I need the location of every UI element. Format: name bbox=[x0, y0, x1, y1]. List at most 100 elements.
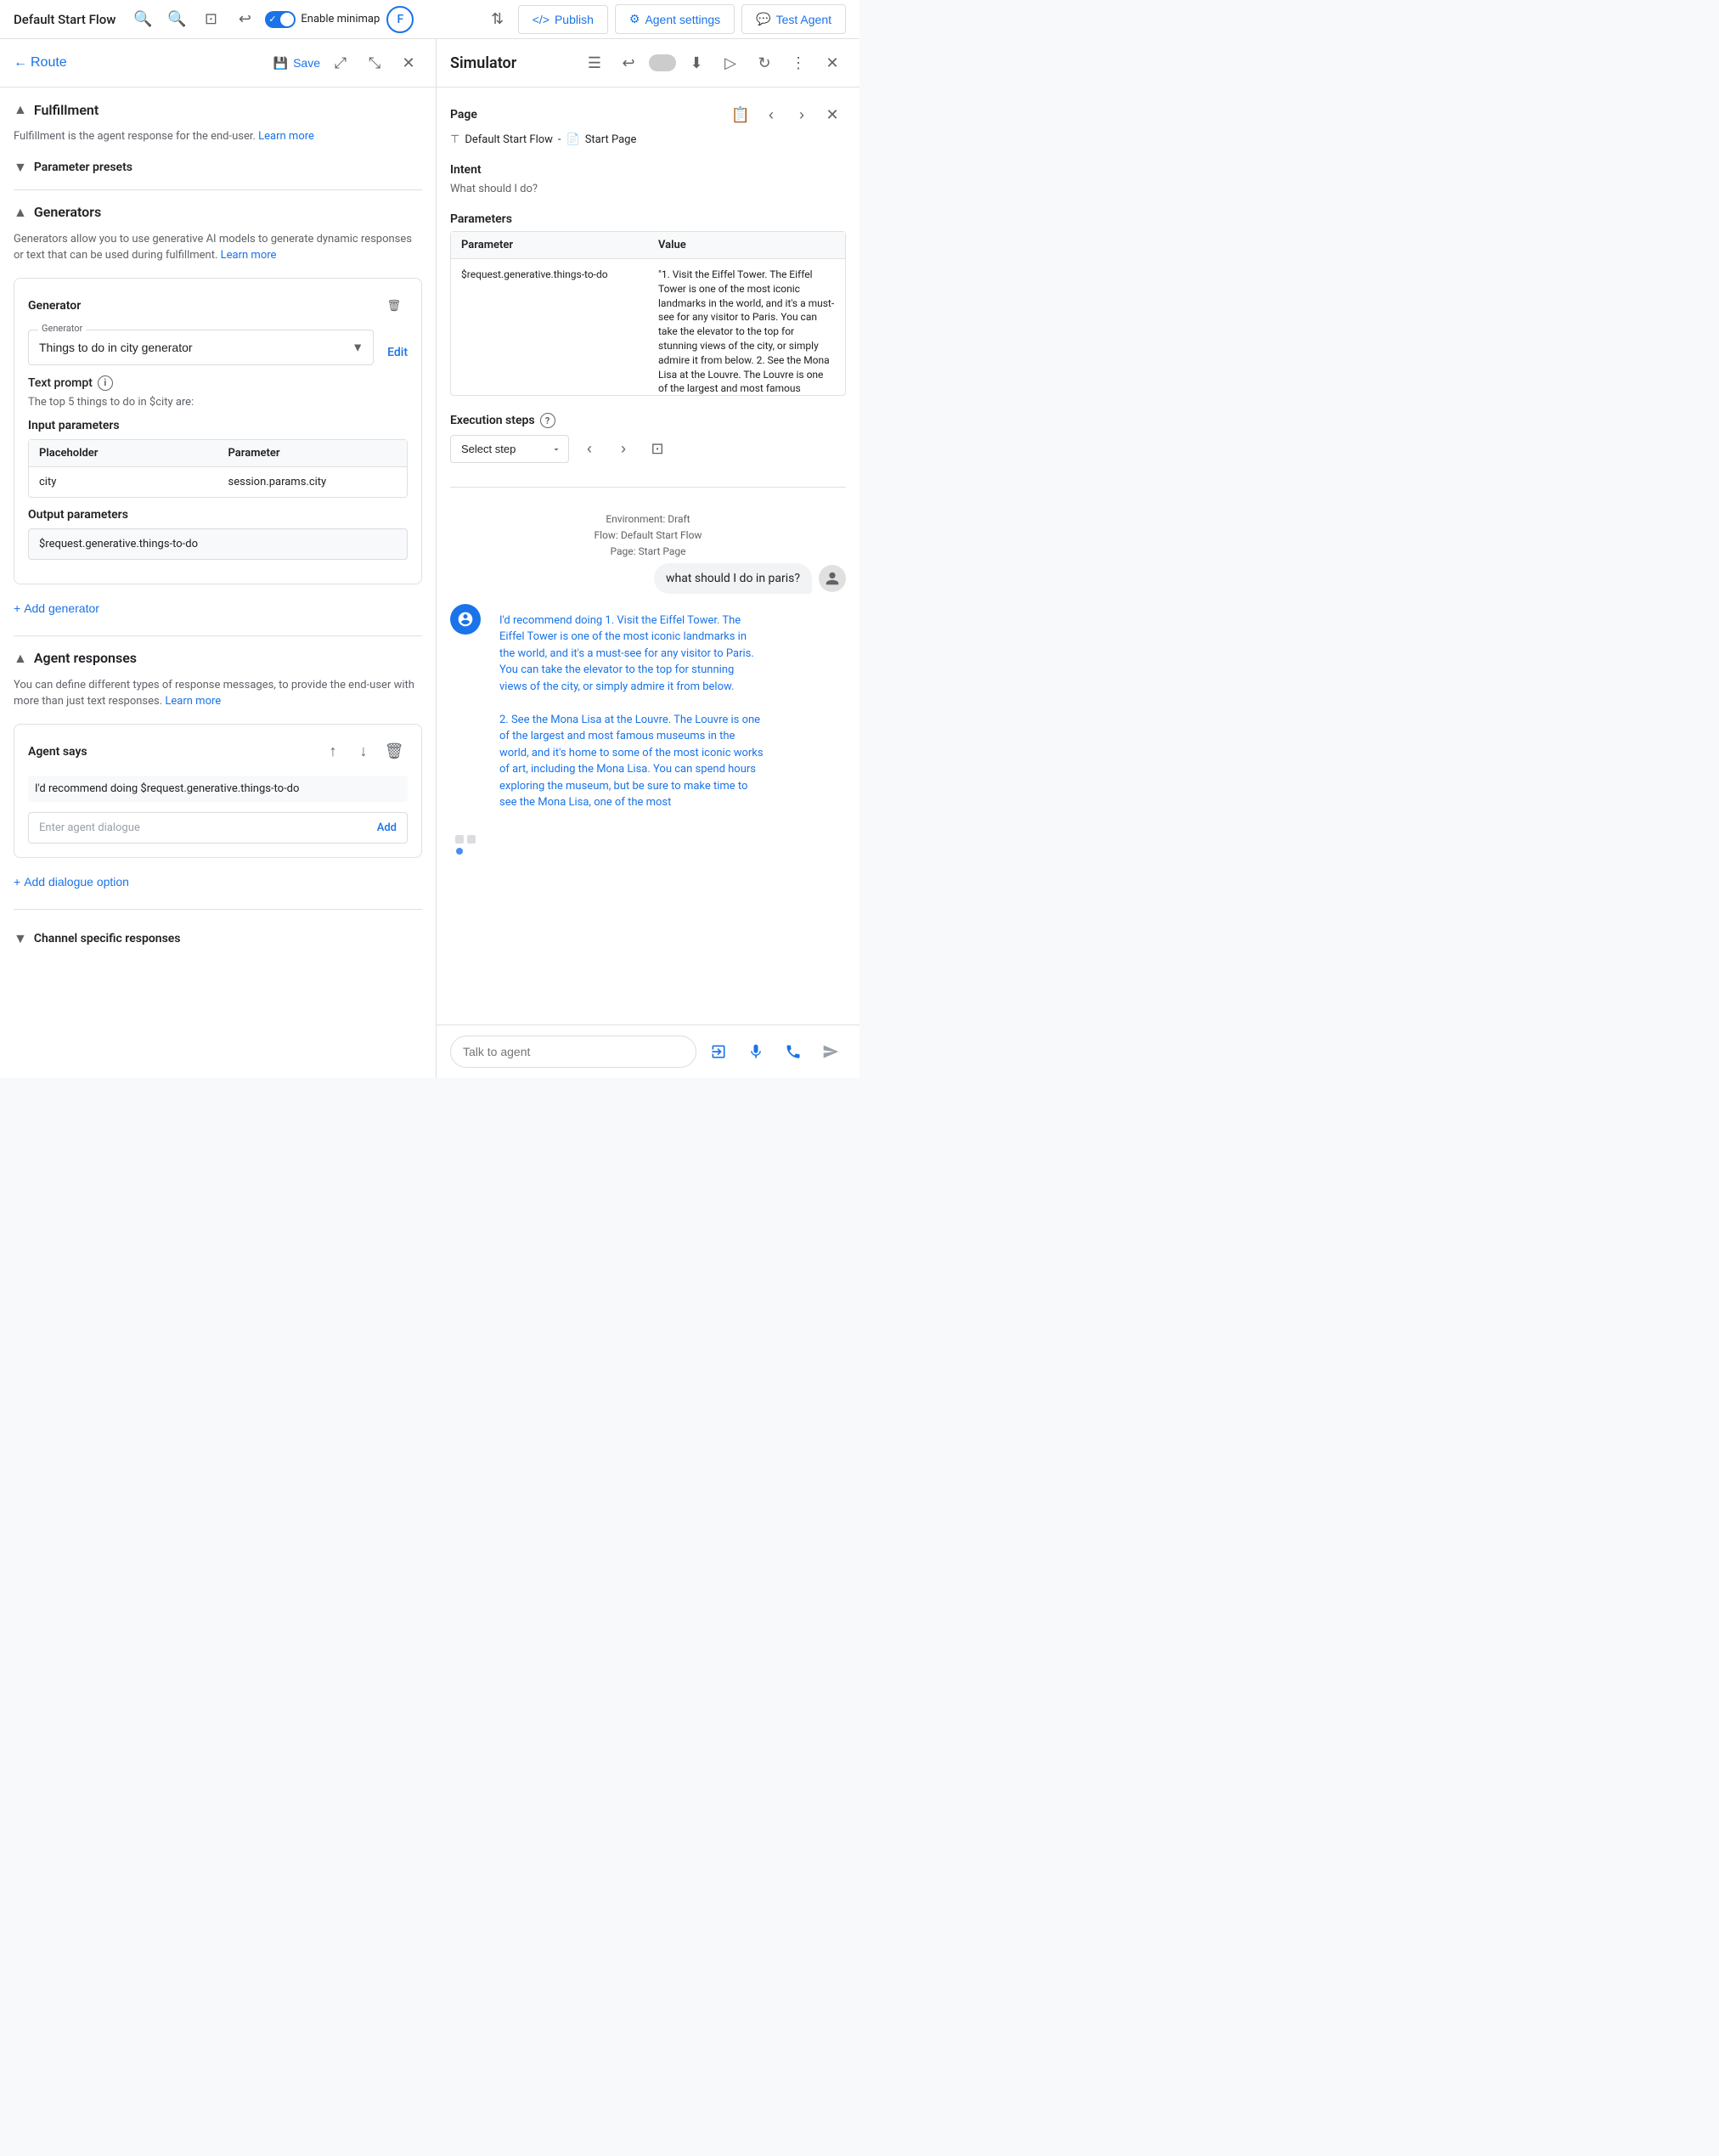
text-prompt-label: Text prompt bbox=[28, 376, 93, 390]
add-dialogue-button[interactable]: + Add dialogue option bbox=[14, 868, 129, 895]
agent-says-card: Agent says ↑ ↓ 🗑 I'd recommend doing $re… bbox=[14, 724, 422, 858]
loading-indicator bbox=[450, 830, 481, 861]
sim-intent-section: Intent What should I do? bbox=[450, 163, 846, 195]
user-avatar-small bbox=[819, 565, 846, 592]
generator-select[interactable]: Things to do in city generator bbox=[28, 330, 374, 365]
output-params-title: Output parameters bbox=[28, 508, 408, 522]
right-panel: Simulator ☰ ↩ ⬇ ▷ ↻ ⋮ ✕ Page 📋 ‹ › ✕ bbox=[437, 39, 860, 1078]
phone-button[interactable] bbox=[778, 1036, 809, 1067]
back-button[interactable]: ← Route bbox=[14, 55, 67, 71]
test-agent-button[interactable]: 💬 Test Agent bbox=[741, 4, 846, 34]
page-next-button[interactable]: › bbox=[788, 101, 815, 128]
params-table-header: Placeholder Parameter bbox=[29, 440, 407, 467]
sim-toggle[interactable] bbox=[649, 54, 676, 71]
resize-button[interactable]: ⤡ bbox=[361, 49, 388, 76]
send-arrow-button[interactable] bbox=[815, 1036, 846, 1067]
sim-param-col: Parameter bbox=[451, 232, 648, 258]
sim-download-button[interactable]: ⬇ bbox=[683, 49, 710, 76]
add-generator-button[interactable]: + Add generator bbox=[14, 595, 99, 622]
generator-select-label: Generator bbox=[38, 323, 86, 334]
mic-button[interactable] bbox=[741, 1036, 771, 1067]
agent-settings-button[interactable]: ⚙ Agent settings bbox=[615, 4, 735, 34]
add-icon: + bbox=[14, 601, 20, 615]
env-line3: Page: Start Page bbox=[450, 544, 846, 560]
step-next-button[interactable]: › bbox=[610, 436, 637, 463]
env-line1: Environment: Draft bbox=[450, 511, 846, 528]
sim-refresh-button[interactable]: ↻ bbox=[751, 49, 778, 76]
page-prev-button[interactable]: ‹ bbox=[758, 101, 785, 128]
zoom-out-button[interactable]: 🔍 bbox=[163, 6, 190, 33]
flow-icon: ⊤ bbox=[450, 133, 459, 146]
sort-button[interactable]: ⇅ bbox=[484, 6, 511, 33]
generators-section-header[interactable]: ▲ Generators bbox=[14, 204, 422, 221]
add-generator-label: Add generator bbox=[24, 601, 99, 615]
page-close-button[interactable]: ✕ bbox=[819, 101, 846, 128]
agent-says-content: I'd recommend doing $request.generative.… bbox=[28, 776, 408, 802]
input-params-section: Input parameters Placeholder Parameter c… bbox=[28, 419, 408, 498]
agent-response-text: I'd recommend doing 1. Visit the Eiffel … bbox=[499, 614, 764, 810]
publish-button[interactable]: </> Publish bbox=[518, 5, 608, 34]
sim-menu-button[interactable]: ☰ bbox=[581, 49, 608, 76]
simulator-title: Simulator bbox=[450, 54, 574, 72]
input-params-table: Placeholder Parameter city session.param… bbox=[28, 439, 408, 498]
undo-button[interactable]: ↩ bbox=[231, 6, 258, 33]
sim-more-button[interactable]: ⋮ bbox=[785, 49, 812, 76]
close-button[interactable]: ✕ bbox=[395, 49, 422, 76]
generators-learn-more[interactable]: Learn more bbox=[221, 249, 277, 262]
fullscreen-button[interactable]: ⤢ bbox=[327, 49, 354, 76]
channel-specific-title: Channel specific responses bbox=[34, 932, 181, 945]
agent-responses-chevron-icon: ▲ bbox=[14, 650, 27, 667]
sim-undo-button[interactable]: ↩ bbox=[615, 49, 642, 76]
agent-says-up-button[interactable]: ↑ bbox=[319, 738, 347, 765]
chat-input[interactable] bbox=[450, 1036, 696, 1068]
left-content: ▲ Fulfillment Fulfillment is the agent r… bbox=[0, 87, 436, 1078]
channel-specific-header[interactable]: ▼ Channel specific responses bbox=[14, 923, 422, 954]
step-select[interactable]: Select step bbox=[450, 435, 569, 463]
back-arrow-icon: ← bbox=[14, 55, 27, 71]
save-button[interactable]: 💾 Save bbox=[273, 56, 320, 71]
minimap-switch[interactable]: ✓ bbox=[265, 11, 296, 28]
sim-page-label: Page 📋 ‹ › ✕ bbox=[450, 101, 846, 128]
agent-says-header: Agent says ↑ ↓ 🗑 bbox=[28, 738, 408, 765]
agent-responses-title: Agent responses bbox=[34, 650, 137, 666]
fulfillment-section-header[interactable]: ▲ Fulfillment bbox=[14, 101, 422, 118]
minimap-toggle[interactable]: ✓ Enable minimap bbox=[265, 11, 380, 28]
sim-close-button[interactable]: ✕ bbox=[819, 49, 846, 76]
agent-says-down-button[interactable]: ↓ bbox=[350, 738, 377, 765]
generator-card: Generator 🗑 Generator Things to do in ci… bbox=[14, 278, 422, 584]
step-prev-button[interactable]: ‹ bbox=[576, 436, 603, 463]
sim-play-button[interactable]: ▷ bbox=[717, 49, 744, 76]
fulfillment-learn-more[interactable]: Learn more bbox=[258, 130, 314, 143]
save-label: Save bbox=[293, 56, 320, 70]
agent-says-delete-button[interactable]: 🗑 bbox=[380, 738, 408, 765]
generator-delete-button[interactable]: 🗑 bbox=[380, 292, 408, 319]
generator-edit-link[interactable]: Edit bbox=[387, 346, 408, 359]
chat-icon: 💬 bbox=[756, 12, 770, 26]
channel-specific-chevron-icon: ▼ bbox=[14, 930, 27, 947]
generator-card-header: Generator 🗑 bbox=[28, 292, 408, 319]
step-focus-button[interactable]: ⊡ bbox=[644, 436, 671, 463]
agent-responses-learn-more[interactable]: Learn more bbox=[165, 695, 221, 708]
sim-param-cell: $request.generative.things-to-do bbox=[451, 259, 648, 395]
minimap-label: Enable minimap bbox=[301, 13, 380, 25]
fit-screen-button[interactable]: ⊡ bbox=[197, 6, 224, 33]
sim-separator: - bbox=[558, 133, 561, 146]
divider-1 bbox=[14, 189, 422, 190]
enter-dialogue-input[interactable]: Enter agent dialogue Add bbox=[28, 812, 408, 844]
user-avatar[interactable]: F bbox=[386, 6, 414, 33]
text-prompt-value: The top 5 things to do in $city are: bbox=[28, 396, 408, 409]
page-doc-icon: 📄 bbox=[566, 133, 580, 146]
chat-send-button[interactable] bbox=[703, 1036, 734, 1067]
param-presets-header[interactable]: ▼ Parameter presets bbox=[14, 159, 422, 176]
exec-info-icon[interactable]: ? bbox=[540, 413, 555, 428]
sim-page-nav: 📋 ‹ › ✕ bbox=[727, 101, 846, 128]
sim-params-table: Parameter Value $request.generative.thin… bbox=[450, 231, 846, 396]
text-prompt-info-icon[interactable]: i bbox=[98, 375, 113, 391]
sim-flow-name: Default Start Flow bbox=[465, 133, 553, 146]
route-label: Route bbox=[31, 55, 67, 71]
select-step: Select step ‹ › ⊡ bbox=[450, 435, 846, 463]
enter-dialogue-placeholder: Enter agent dialogue bbox=[39, 821, 140, 834]
zoom-in-button[interactable]: 🔍 bbox=[129, 6, 156, 33]
fulfillment-title: Fulfillment bbox=[34, 102, 99, 118]
agent-responses-header[interactable]: ▲ Agent responses bbox=[14, 650, 422, 667]
